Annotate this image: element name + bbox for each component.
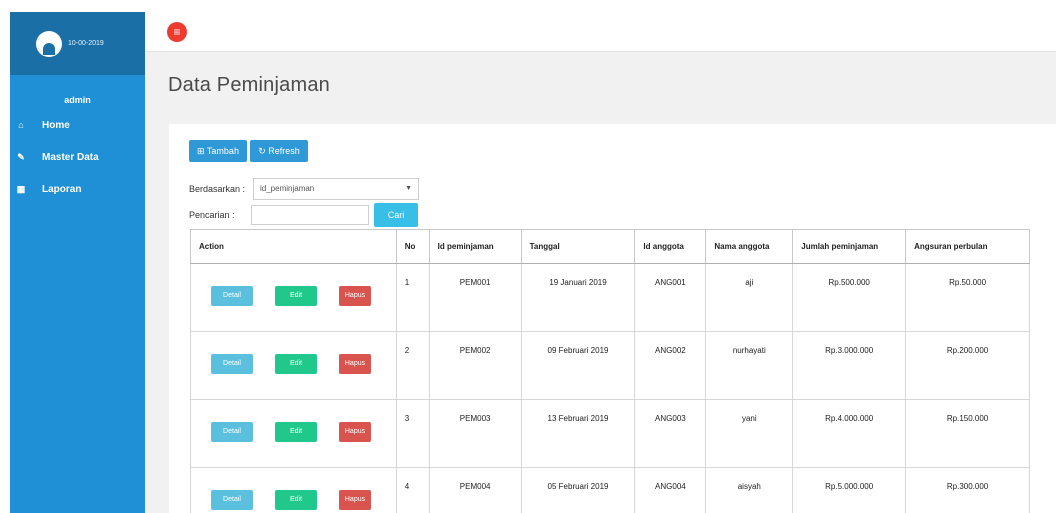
hapus-button[interactable]: Hapus bbox=[339, 422, 371, 442]
detail-button[interactable]: Detail bbox=[211, 354, 253, 374]
cell-jumlah: Rp.4.000.000 bbox=[792, 399, 907, 468]
cell-id: PEM001 bbox=[428, 263, 522, 332]
table-header-row: Action No Id peminjaman Tanggal Id anggota Na… bbox=[190, 229, 1030, 264]
cell-id: PEM002 bbox=[428, 331, 522, 400]
detail-button[interactable]: Detail bbox=[211, 286, 253, 306]
action-cell: Detail Edit Hapus bbox=[190, 399, 397, 468]
cell-no: 4 bbox=[395, 467, 430, 513]
cell-id-anggota: ANG004 bbox=[634, 467, 707, 513]
data-panel: ⊞ Tambah ↻ Refresh Berdasarkan : id_pemi… bbox=[169, 124, 1056, 513]
menu-toggle-icon[interactable]: ≡ bbox=[167, 22, 187, 42]
home-icon: ⌂ bbox=[18, 120, 24, 130]
cell-id-anggota: ANG002 bbox=[634, 331, 707, 400]
action-cell: Detail Edit Hapus bbox=[190, 263, 397, 332]
search-input[interactable] bbox=[251, 205, 369, 225]
berdasarkan-select[interactable]: id_peminjaman ▼ bbox=[253, 178, 419, 200]
sidebar-item-master-data[interactable]: ✎ Master Data bbox=[10, 141, 145, 173]
brand[interactable]: 10-00-2019 bbox=[10, 12, 145, 75]
cell-angsuran: Rp.200.000 bbox=[905, 331, 1030, 400]
sidebar-item-label: Home bbox=[42, 119, 70, 131]
cell-tanggal: 19 Januari 2019 bbox=[520, 263, 636, 332]
chevron-down-icon: ▼ bbox=[405, 185, 412, 192]
berdasarkan-label: Berdasarkan : bbox=[189, 184, 246, 194]
cell-nama: aisyah bbox=[705, 467, 794, 513]
top-header: ≡ bbox=[145, 12, 1056, 52]
table-row: Detail Edit Hapus 1 PEM001 19 Januari 2019 ANG… bbox=[190, 263, 1030, 332]
cell-id-anggota: ANG003 bbox=[634, 399, 707, 468]
action-cell: Detail Edit Hapus bbox=[190, 467, 397, 513]
column-header: Id peminjaman bbox=[428, 229, 522, 264]
table-row: Detail Edit Hapus 3 PEM003 13 Februari 2019 AN… bbox=[190, 399, 1030, 468]
cell-id-anggota: ANG001 bbox=[634, 263, 707, 332]
brand-text: 10-00-2019 bbox=[68, 40, 104, 47]
cell-no: 3 bbox=[395, 399, 430, 468]
user-name: admin bbox=[64, 95, 91, 105]
hapus-button[interactable]: Hapus bbox=[339, 490, 371, 510]
sidebar-item-label: Master Data bbox=[42, 151, 99, 163]
column-header: Angsuran perbulan bbox=[905, 229, 1030, 264]
table-row: Detail Edit Hapus 4 PEM004 05 Februari 2019 AN… bbox=[190, 467, 1030, 513]
tambah-button[interactable]: ⊞ Tambah bbox=[189, 140, 247, 162]
calendar-icon: ▦ bbox=[16, 183, 26, 194]
edit-button[interactable]: Edit bbox=[275, 422, 317, 442]
cell-nama: nurhayati bbox=[705, 331, 794, 400]
table-row: Detail Edit Hapus 2 PEM002 09 Februari 2019 AN… bbox=[190, 331, 1030, 400]
cell-no: 1 bbox=[395, 263, 430, 332]
edit-button[interactable]: Edit bbox=[275, 490, 317, 510]
main-content: ≡ Data Peminjaman ⊞ Tambah ↻ Refresh Ber… bbox=[145, 12, 1056, 513]
select-value: id_peminjaman bbox=[260, 184, 315, 193]
column-header: Nama anggota bbox=[705, 229, 794, 264]
column-header: Action bbox=[190, 229, 397, 264]
column-header: No bbox=[395, 229, 430, 264]
sidebar-item-laporan[interactable]: ▦ Laporan bbox=[10, 173, 145, 205]
pencarian-label: Pencarian : bbox=[189, 210, 235, 220]
cell-jumlah: Rp.500.000 bbox=[792, 263, 907, 332]
sidebar-item-label: Laporan bbox=[42, 183, 82, 195]
cell-angsuran: Rp.150.000 bbox=[905, 399, 1030, 468]
sidebar: 10-00-2019 admin ⌂ Home ✎ Master Data ▦ … bbox=[10, 12, 145, 513]
detail-button[interactable]: Detail bbox=[211, 422, 253, 442]
cell-angsuran: Rp.50.000 bbox=[905, 263, 1030, 332]
edit-button[interactable]: Edit bbox=[275, 286, 317, 306]
top-strip bbox=[0, 0, 1056, 12]
refresh-button[interactable]: ↻ Refresh bbox=[250, 140, 308, 162]
column-header: Id anggota bbox=[634, 229, 707, 264]
cell-id: PEM004 bbox=[428, 467, 522, 513]
cari-button[interactable]: Cari bbox=[374, 203, 418, 227]
column-header: Tanggal bbox=[520, 229, 636, 264]
cell-jumlah: Rp.5.000.000 bbox=[792, 467, 907, 513]
cell-no: 2 bbox=[395, 331, 430, 400]
cell-tanggal: 13 Februari 2019 bbox=[520, 399, 636, 468]
cell-tanggal: 09 Februari 2019 bbox=[520, 331, 636, 400]
sidebar-item-home[interactable]: ⌂ Home bbox=[10, 109, 145, 141]
hapus-button[interactable]: Hapus bbox=[339, 286, 371, 306]
peminjaman-table: Action No Id peminjaman Tanggal Id anggota Na… bbox=[190, 229, 1030, 513]
cell-tanggal: 05 Februari 2019 bbox=[520, 467, 636, 513]
hapus-button[interactable]: Hapus bbox=[339, 354, 371, 374]
logo-icon bbox=[36, 30, 62, 57]
page-title: Data Peminjaman bbox=[168, 74, 330, 96]
cell-angsuran: Rp.300.000 bbox=[905, 467, 1030, 513]
cell-nama: yani bbox=[705, 399, 794, 468]
detail-button[interactable]: Detail bbox=[211, 490, 253, 510]
cell-id: PEM003 bbox=[428, 399, 522, 468]
edit-icon: ✎ bbox=[17, 151, 25, 162]
cell-nama: aji bbox=[705, 263, 794, 332]
app-root: 10-00-2019 admin ⌂ Home ✎ Master Data ▦ … bbox=[0, 0, 1056, 513]
cell-jumlah: Rp.3.000.000 bbox=[792, 331, 907, 400]
column-header: Jumlah peminjaman bbox=[792, 229, 907, 264]
action-cell: Detail Edit Hapus bbox=[190, 331, 397, 400]
edit-button[interactable]: Edit bbox=[275, 354, 317, 374]
sidebar-menu: ⌂ Home ✎ Master Data ▦ Laporan bbox=[10, 109, 145, 205]
